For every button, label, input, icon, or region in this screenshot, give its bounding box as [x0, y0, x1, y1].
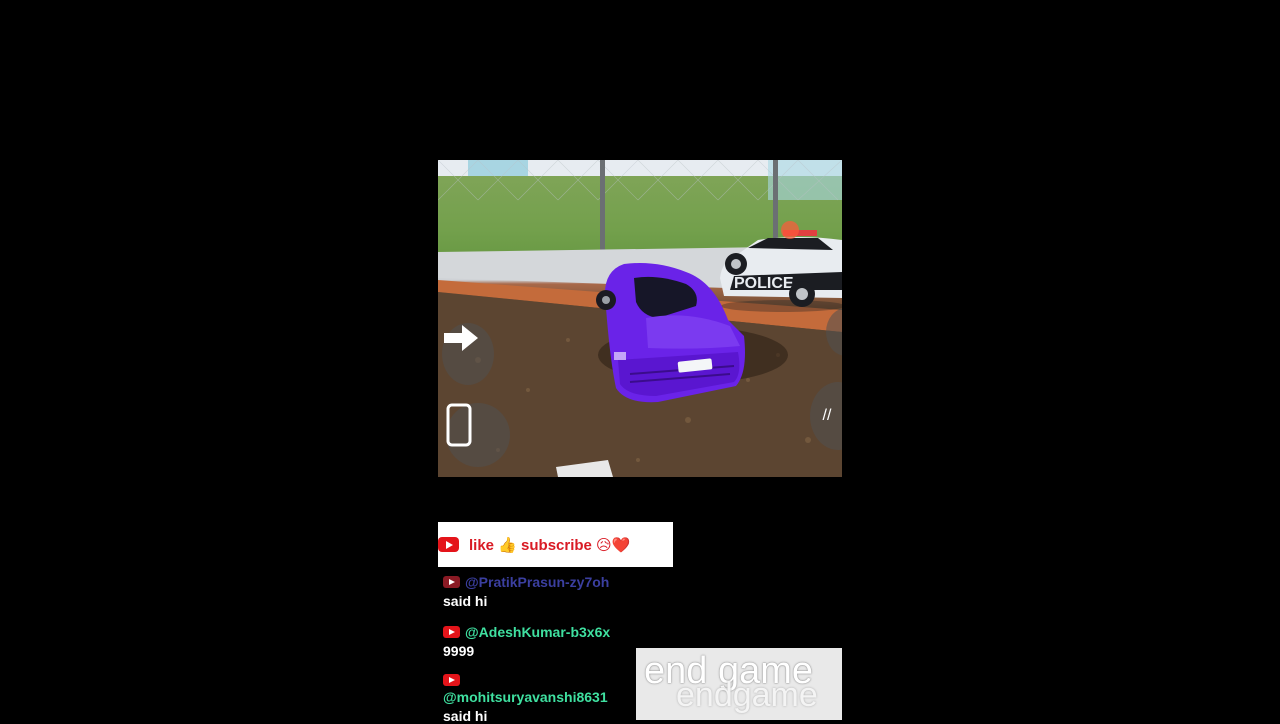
arrow-right-icon: [444, 325, 478, 351]
watermark-text-secondary: endgame: [676, 676, 818, 714]
chat-item: @mohitsuryavanshi8631 said hi: [443, 674, 608, 724]
youtube-icon: [443, 576, 460, 588]
chat-message: 9999: [443, 643, 475, 659]
chat-username: @PratikPrasun-zy7oh: [465, 574, 610, 590]
subscribe-text: like 👍 subscribe 😥❤️: [469, 536, 631, 554]
chat-item: @AdeshKumar-b3x6x 9999: [443, 624, 610, 659]
steer-right-button[interactable]: [442, 323, 494, 385]
chat-message: said hi: [443, 593, 488, 609]
pedal-icon: //: [822, 407, 832, 424]
chat-user: @PratikPrasun-zy7oh: [443, 574, 609, 590]
watermark: end game endgame: [636, 648, 842, 720]
chat-message: said hi: [443, 708, 488, 724]
chat-username: @AdeshKumar-b3x6x: [465, 624, 611, 640]
phone-icon: [446, 403, 472, 447]
game-view[interactable]: POLICE //: [438, 160, 842, 477]
chat-username: @mohitsuryavanshi8631: [443, 689, 608, 705]
youtube-icon: [438, 537, 459, 552]
youtube-icon: [443, 674, 460, 686]
subscribe-banner: like 👍 subscribe 😥❤️: [438, 522, 673, 567]
camera-view-button[interactable]: [446, 403, 510, 467]
chat-user: @AdeshKumar-b3x6x: [443, 624, 610, 640]
chat-user: [443, 674, 608, 686]
svg-text:POLICE: POLICE: [734, 275, 794, 292]
youtube-icon: [443, 626, 460, 638]
chat-item: @PratikPrasun-zy7oh said hi: [443, 574, 609, 609]
